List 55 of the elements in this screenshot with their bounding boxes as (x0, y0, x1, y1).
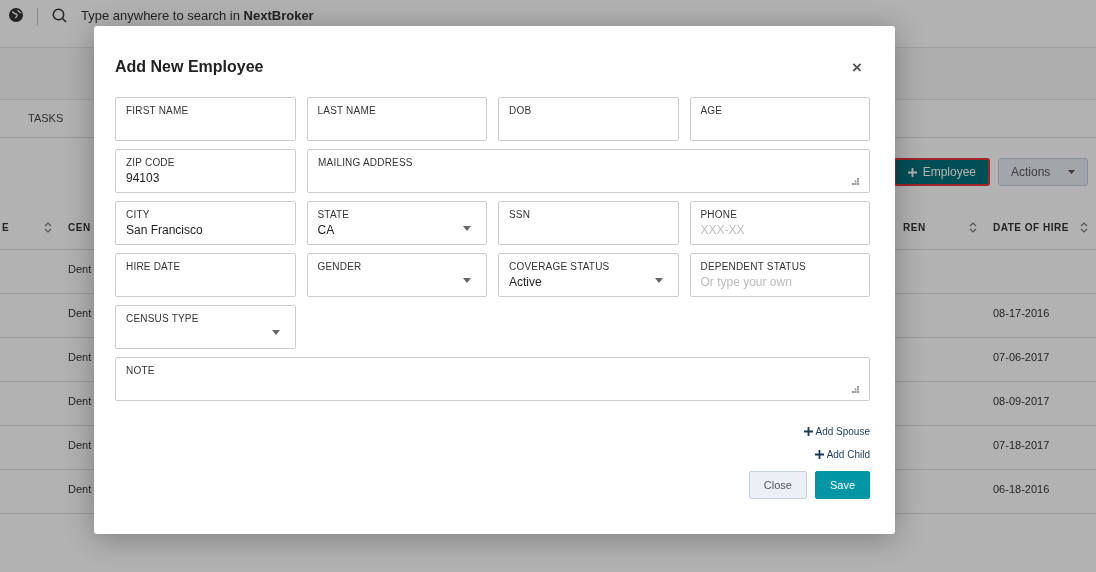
table-cell-text: 07-06-2017 (992, 350, 1051, 363)
search-placeholder[interactable]: Type anywhere to search in NextBroker (81, 8, 314, 23)
dropdown-field[interactable]: COVERAGE STATUS Active (498, 253, 679, 297)
sort-icon[interactable] (1080, 222, 1088, 233)
actions-button[interactable]: Actions (998, 158, 1088, 186)
text-field[interactable]: ZIP CODE 94103 (115, 149, 296, 193)
close-button[interactable]: Close (748, 471, 807, 499)
table-cell-text: 06-18-2016 (992, 482, 1051, 495)
text-field[interactable]: LAST NAME (306, 97, 487, 141)
table-cell-text: 07-18-2017 (992, 438, 1051, 451)
plus-icon (803, 427, 813, 436)
column-header[interactable]: DATE OF HIRE (985, 222, 1096, 233)
dialog-title: Add New Employee (115, 58, 264, 76)
plus-icon (907, 167, 917, 177)
add-dependent-link[interactable]: Add Child (814, 449, 870, 460)
table-cell-text: 08-17-2016 (992, 306, 1051, 319)
globe-icon[interactable] (9, 8, 23, 22)
sort-icon[interactable] (44, 222, 52, 233)
text-field[interactable]: DOB (498, 97, 679, 141)
sort-icon[interactable] (969, 222, 977, 233)
caret-icon (654, 278, 663, 283)
text-field[interactable]: DEPENDENT STATUS Or type your own (689, 253, 870, 297)
text-area[interactable]: MAILING ADDRESS (307, 149, 870, 193)
table-cell-text: Dent (67, 394, 93, 407)
caret-icon (272, 330, 280, 335)
add-dependent-link[interactable]: Add Spouse (803, 426, 870, 437)
table-cell-text: Dent (67, 438, 93, 451)
resize-grip-icon[interactable] (852, 386, 859, 393)
table-cell-text: Dent (67, 482, 93, 495)
text-field[interactable]: AGE (689, 97, 870, 141)
table-cell-text: Dent (67, 262, 93, 275)
dropdown-field[interactable]: CENSUS TYPE (115, 305, 296, 349)
dropdown-field[interactable]: GENDER (306, 253, 487, 297)
column-header[interactable]: E (0, 222, 60, 233)
close-button[interactable]: × (844, 58, 870, 76)
resize-grip-icon[interactable] (852, 178, 859, 185)
search-icon (52, 8, 67, 23)
text-field[interactable]: CITY San Francisco (115, 201, 296, 245)
nav-tab[interactable]: TASKS (28, 107, 64, 130)
text-field[interactable]: HIRE DATE (115, 253, 296, 297)
column-header[interactable]: REN (895, 222, 985, 233)
caret-icon (463, 226, 471, 231)
table-cell-text: Dent (67, 306, 93, 319)
text-area[interactable]: NOTE (115, 357, 870, 401)
text-field[interactable]: FIRST NAME (115, 97, 296, 141)
add-employee-button[interactable]: Employee (893, 158, 990, 186)
save-button[interactable]: Save (814, 471, 870, 499)
text-field[interactable]: PHONE XXX-XX (689, 201, 870, 245)
plus-icon (814, 450, 824, 459)
dropdown-field[interactable]: STATE CA (306, 201, 487, 245)
table-cell-text: 08-09-2017 (992, 394, 1051, 407)
caret-icon (463, 278, 471, 283)
text-field[interactable]: SSN (498, 201, 679, 245)
table-cell-text: Dent (67, 350, 93, 363)
caret-icon (1068, 170, 1075, 174)
